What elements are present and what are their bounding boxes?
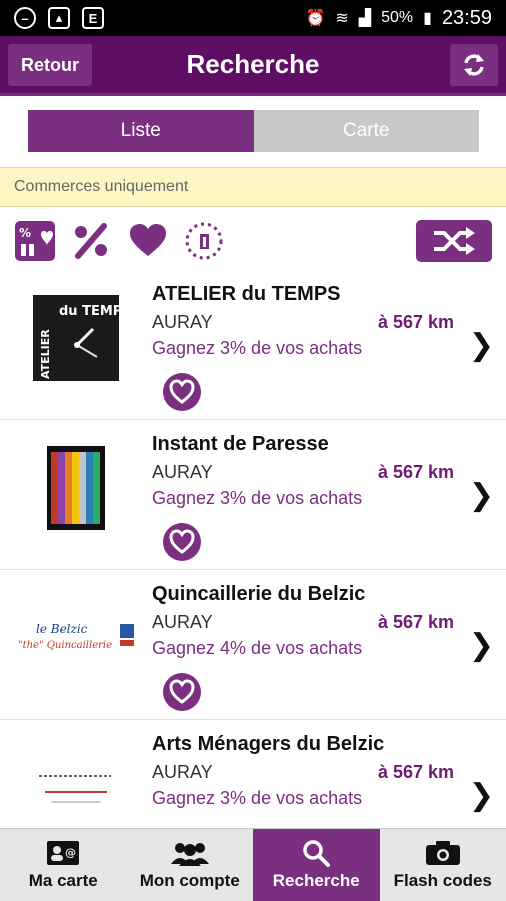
shuffle-icon	[432, 227, 476, 255]
signal-icon: ▟	[359, 8, 371, 28]
atelier-du-temps-logo: du TEMPS ATELIER	[33, 295, 119, 381]
shop-name: Quincaillerie du Belzic	[152, 583, 365, 606]
svg-text:@: @	[65, 846, 76, 859]
discount-filter[interactable]	[70, 220, 112, 262]
alarm-icon: ⏰	[305, 8, 325, 28]
view-toggle: Liste Carte	[28, 110, 479, 152]
tab-label: Mon compte	[140, 871, 240, 891]
shop-name: Arts Ménagers du Belzic	[152, 733, 384, 756]
refresh-icon	[461, 52, 487, 78]
arts-menagers-belzic-logo	[31, 768, 121, 808]
favorite-badge-icon[interactable]	[162, 522, 202, 562]
users-icon	[169, 840, 211, 866]
shop-reward: Gagnez 3% de vos achats	[152, 788, 362, 809]
favorites-filter[interactable]	[127, 220, 169, 262]
shuffle-button[interactable]	[416, 220, 492, 262]
list-item[interactable]: du TEMPS ATELIER ATELIER du TEMPS AURAY …	[0, 270, 506, 420]
card-icon: @	[46, 840, 80, 866]
chevron-right-icon[interactable]: ❯	[469, 628, 494, 663]
bottom-nav: @ Ma carte Mon compte Recherche	[0, 828, 506, 901]
shop-distance: à 567 km	[378, 612, 454, 633]
shop-distance: à 567 km	[378, 312, 454, 333]
shop-logo: du TEMPS ATELIER	[14, 288, 138, 388]
offers-favorites-icon: %	[14, 220, 56, 262]
chevron-right-icon[interactable]: ❯	[469, 778, 494, 813]
shop-list: du TEMPS ATELIER ATELIER du TEMPS AURAY …	[0, 270, 506, 870]
battery-level: 50%	[381, 9, 413, 27]
list-item[interactable]: le Belzic "the" Quincaillerie Quincaille…	[0, 570, 506, 720]
favorite-badge-icon[interactable]	[162, 672, 202, 712]
quincaillerie-belzic-logo: le Belzic "the" Quincaillerie	[14, 618, 138, 658]
favorite-badge-icon[interactable]	[162, 372, 202, 412]
header: Recherche Retour	[0, 36, 506, 96]
shop-reward: Gagnez 4% de vos achats	[152, 638, 362, 659]
percent-icon	[70, 220, 112, 262]
tab-recherche[interactable]: Recherche	[253, 829, 380, 901]
tab-map[interactable]: Carte	[254, 110, 480, 152]
tab-list[interactable]: Liste	[28, 110, 254, 152]
svg-text:du TEMPS: du TEMPS	[59, 304, 119, 319]
tab-label: Recherche	[273, 871, 360, 891]
filter-notice[interactable]: Commerces uniquement	[0, 167, 506, 207]
new-filter[interactable]	[183, 220, 225, 262]
new-icon	[183, 220, 225, 262]
chevron-right-icon[interactable]: ❯	[469, 478, 494, 513]
tab-ma-carte[interactable]: @ Ma carte	[0, 829, 127, 901]
tab-label: Ma carte	[29, 871, 98, 891]
shop-name: ATELIER du TEMPS	[152, 283, 341, 306]
wifi-icon: ≋	[335, 8, 348, 28]
shop-logo: le Belzic "the" Quincaillerie	[14, 588, 138, 688]
shop-city: AURAY	[152, 612, 213, 633]
shop-distance: à 567 km	[378, 762, 454, 783]
tab-flash-codes[interactable]: Flash codes	[380, 829, 506, 901]
battery-icon: ▮	[423, 8, 432, 28]
shop-logo	[14, 438, 138, 538]
svg-text:%: %	[19, 226, 31, 240]
shop-name: Instant de Paresse	[152, 433, 329, 456]
svg-text:"the" Quincaillerie: "the" Quincaillerie	[18, 640, 112, 651]
list-item[interactable]: Instant de Paresse AURAY à 567 km Gagnez…	[0, 420, 506, 570]
status-bar: – ▴ E ⏰ ≋ ▟ 50% ▮ 23:59	[0, 0, 506, 36]
app-notification-icon: E	[82, 7, 104, 29]
search-icon	[302, 839, 330, 867]
chevron-right-icon[interactable]: ❯	[469, 328, 494, 363]
svg-text:ATELIER: ATELIER	[39, 329, 52, 379]
shop-city: AURAY	[152, 462, 213, 483]
shop-reward: Gagnez 3% de vos achats	[152, 338, 362, 359]
clock: 23:59	[442, 7, 492, 30]
shop-logo	[14, 738, 138, 838]
refresh-button[interactable]	[450, 44, 498, 86]
shop-city: AURAY	[152, 762, 213, 783]
svg-text:le Belzic: le Belzic	[36, 622, 88, 636]
instant-de-paresse-logo	[47, 446, 105, 530]
dnd-icon: –	[14, 7, 36, 29]
camera-icon	[425, 840, 461, 866]
image-icon: ▴	[48, 7, 70, 29]
shop-city: AURAY	[152, 312, 213, 333]
shop-reward: Gagnez 3% de vos achats	[152, 488, 362, 509]
tab-mon-compte[interactable]: Mon compte	[127, 829, 254, 901]
offers-favorites-filter[interactable]: %	[14, 220, 56, 262]
heart-icon	[127, 220, 169, 262]
filter-icons-row: %	[0, 212, 506, 270]
shop-distance: à 567 km	[378, 462, 454, 483]
tab-label: Flash codes	[394, 871, 492, 891]
back-button[interactable]: Retour	[8, 44, 92, 86]
